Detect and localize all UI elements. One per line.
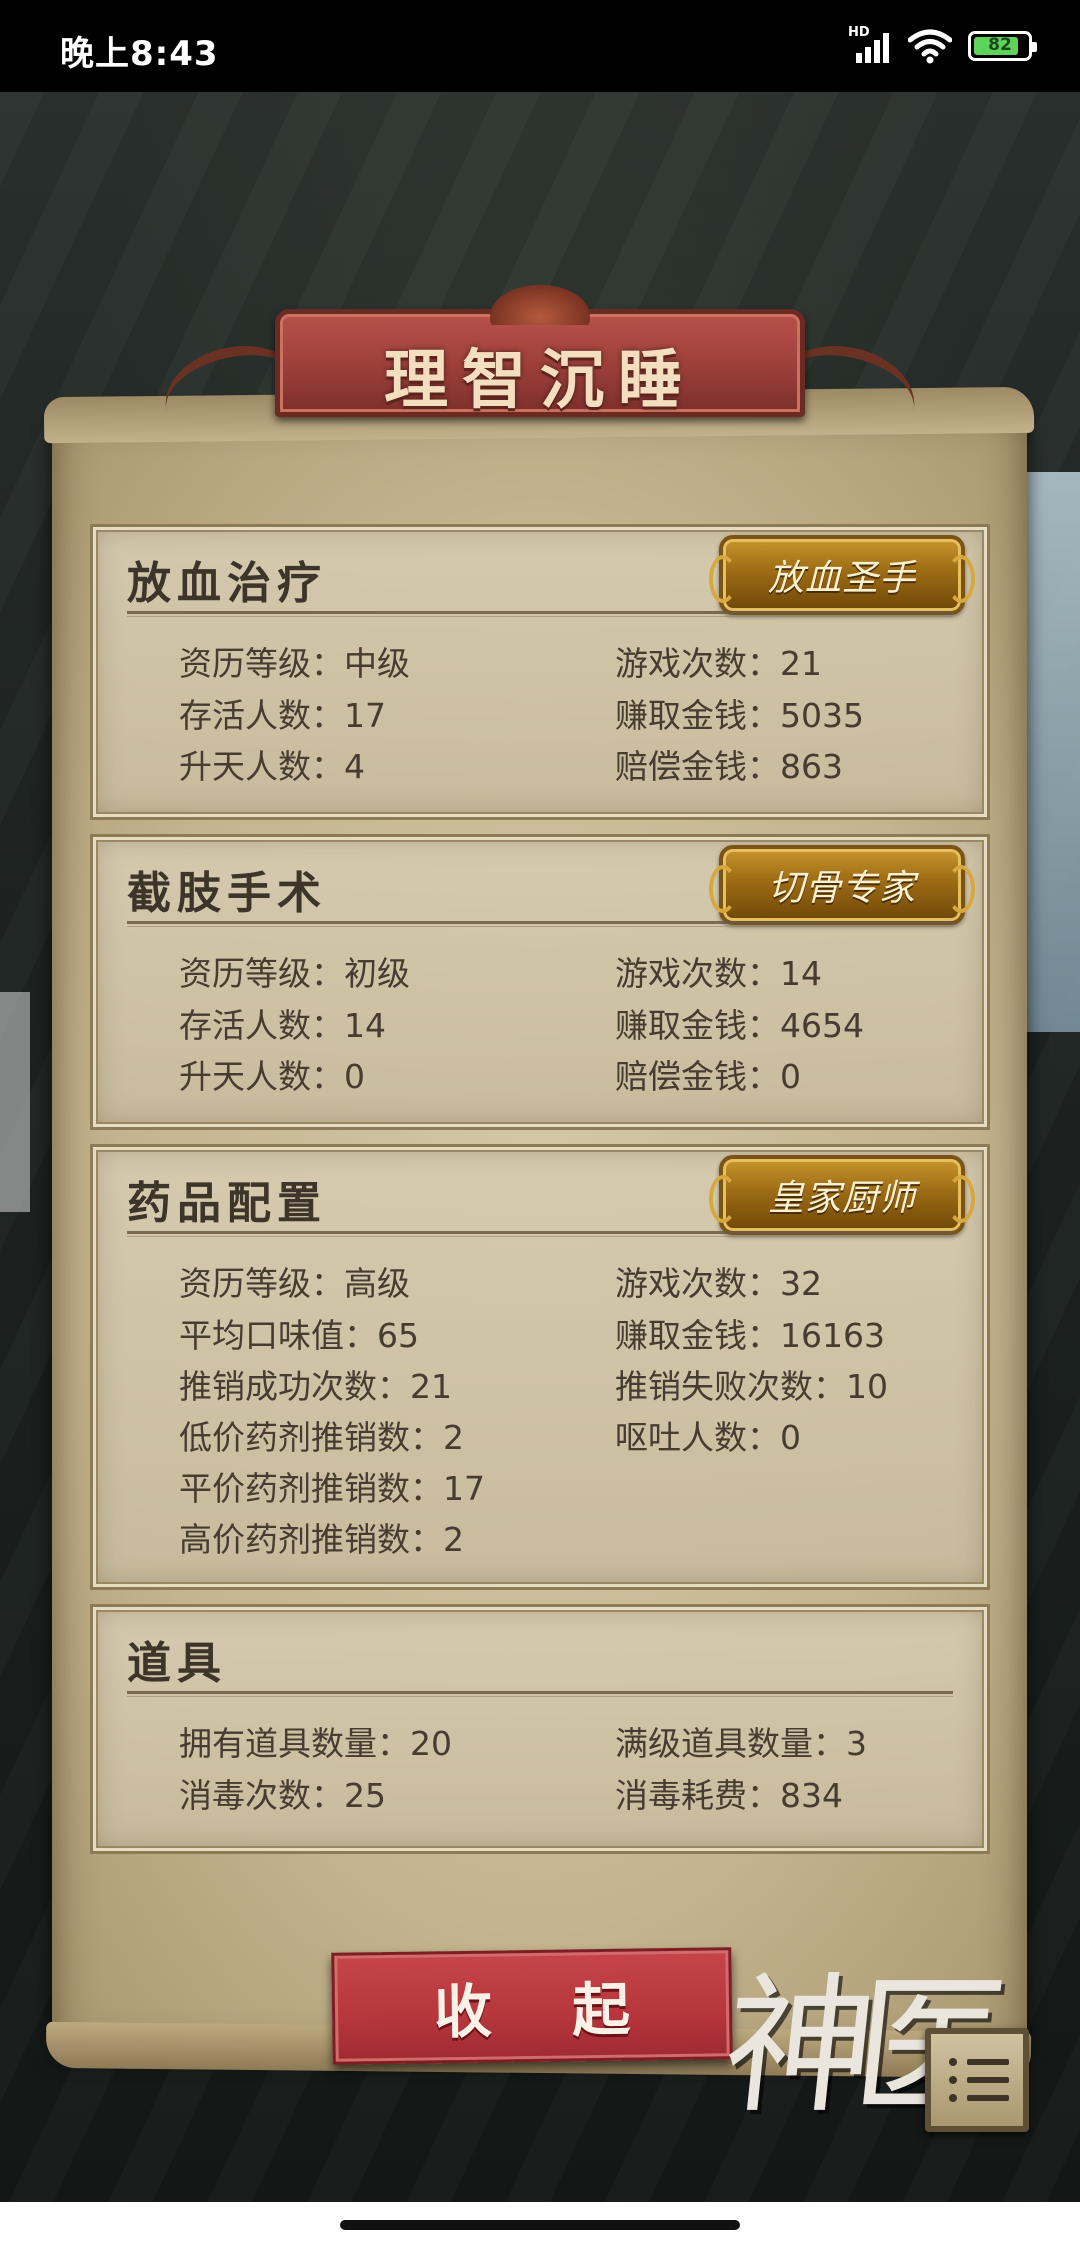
badge-label: 皇家厨师	[767, 1178, 916, 1219]
banner-crest-icon	[490, 285, 590, 325]
list-menu-icon[interactable]	[925, 2028, 1029, 2132]
wifi-icon	[908, 29, 952, 64]
signal-icon: HD	[848, 25, 892, 63]
stat: 资历等级初级	[179, 947, 410, 995]
divider	[127, 611, 953, 617]
stat: 游戏次数32	[615, 1257, 822, 1305]
title-badge: 皇家厨师	[709, 1155, 975, 1235]
title-banner: 理智沉睡	[156, 285, 924, 461]
background-shape	[0, 992, 30, 1212]
home-gesture-handle[interactable]	[340, 2220, 740, 2230]
collapse-button[interactable]: 收 起	[331, 1947, 733, 2065]
stat: 存活人数14	[179, 999, 386, 1047]
divider	[127, 1231, 953, 1237]
stat: 游戏次数14	[615, 947, 822, 995]
stat: 升天人数0	[179, 1050, 365, 1098]
panel-items: 道具 拥有道具数量20 满级道具数量3 消毒次数25 消毒耗费834	[90, 1604, 990, 1854]
stat: 拥有道具数量20	[179, 1717, 452, 1765]
stat: 呕吐人数0	[615, 1411, 801, 1459]
panel-bloodletting: 放血治疗 放血圣手 资历等级中级 游戏次数21 存活人数17 赚取金钱5035 …	[90, 524, 990, 820]
panel-title: 道具	[127, 1638, 227, 1689]
stat: 平均口味值65	[179, 1309, 419, 1357]
stat: 消毒次数25	[179, 1769, 386, 1817]
panel-title: 放血治疗	[127, 558, 327, 609]
network-type: HD	[848, 25, 870, 40]
stat: 资历等级高级	[179, 1257, 410, 1305]
status-time: 晚上8:43	[60, 34, 219, 74]
stat: 平价药剂推销数17	[179, 1462, 485, 1510]
game-screen: 理智沉睡 放血治疗 放血圣手 资历等级中级 游戏次数21 存活人数17 赚取金钱…	[0, 92, 1080, 2202]
stat: 推销成功次数21	[179, 1360, 452, 1408]
collapse-button-label: 收 起	[433, 1975, 661, 2047]
stat: 资历等级中级	[179, 637, 410, 685]
panel-title: 截肢手术	[127, 868, 327, 919]
panel-amputation: 截肢手术 切骨专家 资历等级初级 游戏次数14 存活人数14 赚取金钱4654 …	[90, 834, 990, 1130]
title-badge: 切骨专家	[709, 845, 975, 925]
stat: 存活人数17	[179, 689, 386, 737]
stat: 赔偿金钱0	[615, 1050, 801, 1098]
navigation-bar	[0, 2202, 1080, 2248]
stat: 赚取金钱16163	[615, 1309, 885, 1357]
divider	[127, 921, 953, 927]
status-bar: 晚上8:43 HD 82	[0, 0, 1080, 92]
panel-medicine: 药品配置 皇家厨师 资历等级高级 游戏次数32 平均口味值65 赚取金钱1616…	[90, 1144, 990, 1590]
battery-icon: 82	[968, 31, 1037, 61]
divider	[127, 1691, 953, 1697]
page-title: 理智沉睡	[384, 343, 696, 418]
stat: 赔偿金钱863	[615, 740, 843, 788]
stat: 赚取金钱5035	[615, 689, 864, 737]
badge-label: 切骨专家	[767, 868, 916, 909]
stat: 升天人数4	[179, 740, 365, 788]
status-icons: HD 82	[848, 25, 1037, 66]
stat: 低价药剂推销数2	[179, 1411, 464, 1459]
stat: 游戏次数21	[615, 637, 822, 685]
stat: 高价药剂推销数2	[179, 1513, 464, 1561]
badge-label: 放血圣手	[767, 558, 916, 599]
battery-level: 82	[988, 35, 1012, 55]
stat: 消毒耗费834	[615, 1769, 843, 1817]
panel-title: 药品配置	[127, 1178, 327, 1229]
title-badge: 放血圣手	[709, 535, 975, 615]
stat: 满级道具数量3	[615, 1717, 867, 1765]
stat: 推销失败次数10	[615, 1360, 888, 1408]
stat: 赚取金钱4654	[615, 999, 864, 1047]
